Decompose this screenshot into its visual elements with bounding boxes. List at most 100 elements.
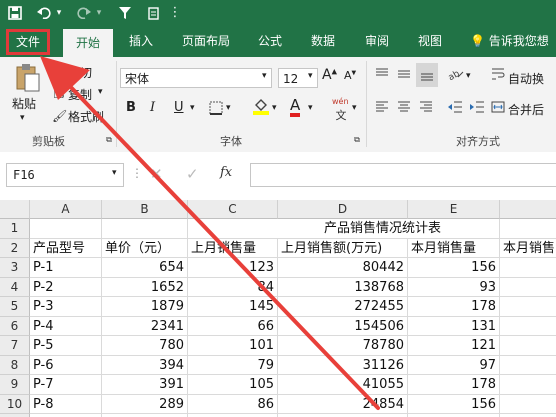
table-cell[interactable]: [30, 219, 102, 239]
select-all-corner[interactable]: [0, 200, 30, 219]
table-cell[interactable]: P-8: [30, 394, 102, 414]
table-cell[interactable]: 105: [188, 375, 278, 395]
table-cell[interactable]: [102, 219, 188, 239]
copy-dropdown-icon[interactable]: ▾: [98, 87, 103, 97]
tab-insert[interactable]: 插入: [120, 25, 162, 57]
row-header[interactable]: 6: [0, 316, 30, 336]
table-cell[interactable]: 24854: [278, 394, 408, 414]
undo-dropdown-icon[interactable]: ▾: [54, 3, 64, 22]
format-painter-button[interactable]: 格式刷: [68, 108, 104, 125]
column-header[interactable]: D: [278, 200, 408, 219]
table-cell[interactable]: 84: [188, 277, 278, 297]
italic-button[interactable]: I: [150, 100, 155, 115]
phonetic-guide-button[interactable]: wén: [332, 97, 349, 106]
align-middle-icon[interactable]: [396, 67, 412, 84]
row-header[interactable]: 3: [0, 258, 30, 278]
cut-button[interactable]: 剪切: [68, 64, 92, 81]
table-cell[interactable]: [500, 278, 556, 297]
tab-home[interactable]: 开始: [63, 29, 113, 57]
borders-dropdown-icon[interactable]: ▾: [226, 103, 231, 113]
redo-icon[interactable]: [76, 3, 92, 22]
font-dialog-launcher-icon[interactable]: ⧉: [352, 135, 362, 145]
table-cell[interactable]: 178: [408, 375, 500, 395]
name-box-dropdown-icon[interactable]: ▾: [112, 168, 117, 178]
table-cell[interactable]: 31126: [278, 355, 408, 375]
table-cell[interactable]: 391: [102, 375, 188, 395]
filter-icon[interactable]: [116, 3, 134, 22]
table-cell[interactable]: 272455: [278, 297, 408, 317]
table-cell[interactable]: [500, 375, 556, 395]
table-cell[interactable]: [500, 258, 556, 278]
table-cell[interactable]: [500, 336, 556, 356]
tab-data[interactable]: 数据: [302, 25, 344, 57]
paste-icon[interactable]: [10, 63, 44, 93]
orientation-icon[interactable]: ab: [447, 67, 464, 84]
table-cell[interactable]: 80442: [278, 258, 408, 278]
table-cell[interactable]: [500, 297, 556, 317]
table-cell[interactable]: 66: [188, 316, 278, 336]
enter-icon[interactable]: ✓: [186, 165, 199, 183]
table-cell[interactable]: 产品型号: [30, 238, 102, 258]
table-cell[interactable]: 86: [188, 394, 278, 414]
table-cell[interactable]: 101: [188, 336, 278, 356]
tab-file[interactable]: 文件: [6, 29, 50, 55]
table-cell[interactable]: 1652: [102, 277, 188, 297]
table-cell[interactable]: [500, 317, 556, 336]
paste-dropdown-icon[interactable]: ▾: [20, 113, 25, 123]
table-cell[interactable]: 41055: [278, 375, 408, 395]
table-cell[interactable]: P-1: [30, 258, 102, 278]
column-header[interactable]: B: [102, 200, 188, 219]
insert-function-button[interactable]: fx: [220, 165, 232, 180]
table-cell[interactable]: 145: [188, 297, 278, 317]
table-cell[interactable]: 121: [408, 336, 500, 356]
more-icon[interactable]: ⋮: [169, 3, 182, 22]
table-cell[interactable]: [500, 356, 556, 375]
table-cell[interactable]: 93: [408, 277, 500, 297]
align-left-icon[interactable]: [374, 101, 390, 116]
sheet-title-cell[interactable]: 产品销售情况统计表: [278, 219, 441, 239]
table-cell[interactable]: [500, 219, 556, 239]
table-cell[interactable]: 394: [102, 355, 188, 375]
table-cell[interactable]: 上月销售量: [188, 238, 278, 258]
align-center-icon[interactable]: [396, 101, 412, 116]
underline-button[interactable]: U: [174, 100, 184, 115]
table-cell[interactable]: 154506: [278, 316, 408, 336]
align-bottom-icon[interactable]: [416, 63, 438, 87]
table-cell[interactable]: 本月销售: [500, 239, 556, 258]
merge-center-button[interactable]: 合并后: [508, 101, 544, 118]
grow-font-icon[interactable]: A▲: [322, 67, 337, 83]
table-cell[interactable]: [188, 219, 278, 239]
tab-formulas[interactable]: 公式: [250, 25, 290, 57]
table-cell[interactable]: 单价（元）: [102, 238, 188, 258]
bold-button[interactable]: B: [126, 100, 136, 115]
align-right-icon[interactable]: [418, 101, 434, 116]
copy-button[interactable]: 复制: [68, 86, 92, 103]
wrap-text-button[interactable]: 自动换: [508, 70, 544, 87]
row-header[interactable]: 1: [0, 219, 30, 239]
shrink-font-icon[interactable]: A▼: [344, 69, 356, 82]
font-color-button[interactable]: A: [290, 97, 301, 117]
tab-view[interactable]: 视图: [408, 25, 452, 57]
form-icon[interactable]: [144, 3, 162, 22]
phonetic-dropdown-icon[interactable]: ▾: [352, 103, 357, 113]
row-header[interactable]: 8: [0, 355, 30, 375]
table-cell[interactable]: P-5: [30, 336, 102, 356]
redo-dropdown-icon[interactable]: ▾: [94, 3, 104, 22]
column-header[interactable]: A: [30, 200, 102, 219]
table-cell[interactable]: 79: [188, 355, 278, 375]
row-header[interactable]: 9: [0, 375, 30, 395]
row-header[interactable]: 7: [0, 336, 30, 356]
row-header[interactable]: 10: [0, 394, 30, 414]
table-cell[interactable]: P-2: [30, 277, 102, 297]
table-cell[interactable]: 289: [102, 394, 188, 414]
font-name-select[interactable]: 宋体: [120, 68, 272, 88]
row-header[interactable]: 2: [0, 238, 30, 258]
column-header[interactable]: E: [408, 200, 500, 219]
table-cell[interactable]: 178: [408, 297, 500, 317]
table-cell[interactable]: 78780: [278, 336, 408, 356]
table-cell[interactable]: 本月销售量: [408, 238, 500, 258]
tell-me-search[interactable]: 💡 告诉我您想要: [470, 25, 556, 80]
table-cell[interactable]: 780: [102, 336, 188, 356]
table-cell[interactable]: 654: [102, 258, 188, 278]
table-cell[interactable]: 123: [188, 258, 278, 278]
